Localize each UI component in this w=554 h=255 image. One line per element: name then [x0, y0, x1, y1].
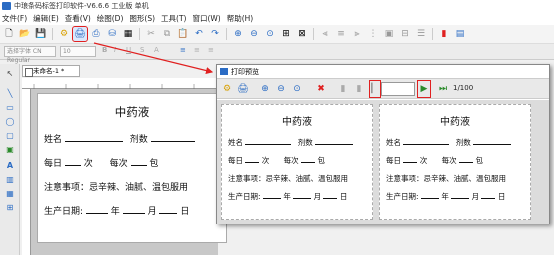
name-label: 姓名: [228, 138, 243, 147]
name-blank: [403, 137, 450, 145]
zoom-out-icon[interactable]: ⊖: [275, 83, 287, 95]
settings-icon[interactable]: ⚙: [221, 83, 233, 95]
dose-blank: [315, 137, 354, 145]
label-title: 中药液: [282, 117, 312, 128]
year-blank: [262, 191, 281, 199]
times-unit: 次: [261, 156, 270, 165]
each-label: 每次: [283, 156, 299, 165]
label-row-date: 生产日期: 年 月 日: [228, 191, 347, 202]
close-icon[interactable]: ✖: [315, 83, 327, 95]
day-unit: 日: [339, 192, 348, 201]
label-row-name: 姓名 剂数: [386, 137, 512, 148]
day-unit: 日: [497, 192, 506, 201]
daily-label: 每日: [386, 156, 401, 165]
label-notice: 注意事项：忌辛辣、油腻、温包服用: [386, 174, 506, 183]
label-notice: 注意事项：忌辛辣、油腻、温包服用: [228, 174, 348, 183]
each-blank: [459, 155, 474, 163]
next-page-icon[interactable]: ▶: [418, 83, 430, 95]
page-count: 1/100: [453, 84, 474, 92]
label-row-name: 姓名 剂数: [228, 137, 354, 148]
year-blank: [420, 191, 439, 199]
date-label: 生产日期:: [228, 192, 261, 201]
times-unit: 次: [419, 156, 428, 165]
pack-unit: 包: [317, 156, 325, 165]
dialog-title: 打印预览: [217, 65, 549, 79]
each-label: 每次: [441, 156, 457, 165]
year-unit: 年: [441, 192, 449, 201]
month-blank: [293, 191, 312, 199]
preview-area: 中药液 姓名 剂数 每日 次 每次 包 注意事项：忌辛辣、油腻、温包服用 生产日…: [217, 100, 549, 224]
page-number-input[interactable]: [381, 82, 415, 96]
zoom-fit-icon[interactable]: ⊙: [291, 83, 303, 95]
date-label: 生产日期:: [386, 192, 419, 201]
dose-label: 剂数: [297, 138, 313, 147]
print-preview-dialog: 打印预览 ⚙ 🖨 ⊕ ⊖ ⊙ ✖ ▮ ▮ ▏ ▶ ⏭ 1/100 中药液 姓名: [216, 64, 550, 224]
label-row-daily: 每日 次 每次 包: [386, 155, 483, 166]
print-icon[interactable]: 🖨: [237, 83, 249, 95]
daily-blank: [403, 155, 418, 163]
daily-label: 每日: [228, 156, 243, 165]
name-label: 姓名: [386, 138, 401, 147]
zoom-in-icon[interactable]: ⊕: [259, 83, 271, 95]
prev-page-icon[interactable]: ▮: [353, 83, 365, 95]
app-window: 中琅条码标签打印软件-V6.6.6 工业版 单机 文件(F) 编辑(E) 查看(…: [0, 0, 554, 255]
each-blank: [301, 155, 316, 163]
daily-blank: [245, 155, 260, 163]
first-page-icon[interactable]: ▮: [337, 83, 349, 95]
page-back-icon[interactable]: ▏: [369, 83, 381, 95]
year-unit: 年: [283, 192, 291, 201]
day-blank: [481, 191, 496, 199]
label-row-daily: 每日 次 每次 包: [228, 155, 325, 166]
last-page-icon[interactable]: ⏭: [437, 83, 449, 95]
preview-toolbar: ⚙ 🖨 ⊕ ⊖ ⊙ ✖ ▮ ▮ ▏ ▶ ⏭ 1/100: [217, 79, 549, 99]
label-row-date: 生产日期: 年 月 日: [386, 191, 505, 202]
preview-label-2: 中药液 姓名 剂数 每日 次 每次 包 注意事项：忌辛辣、油腻、温包服用 生产日…: [379, 104, 531, 220]
dose-blank: [473, 137, 512, 145]
day-blank: [323, 191, 338, 199]
label-title: 中药液: [440, 117, 470, 128]
month-unit: 月: [471, 192, 480, 201]
month-blank: [451, 191, 470, 199]
preview-label-1: 中药液 姓名 剂数 每日 次 每次 包 注意事项：忌辛辣、油腻、温包服用 生产日…: [221, 104, 373, 220]
pack-unit: 包: [475, 156, 483, 165]
name-blank: [245, 137, 292, 145]
dose-label: 剂数: [455, 138, 471, 147]
month-unit: 月: [313, 192, 322, 201]
